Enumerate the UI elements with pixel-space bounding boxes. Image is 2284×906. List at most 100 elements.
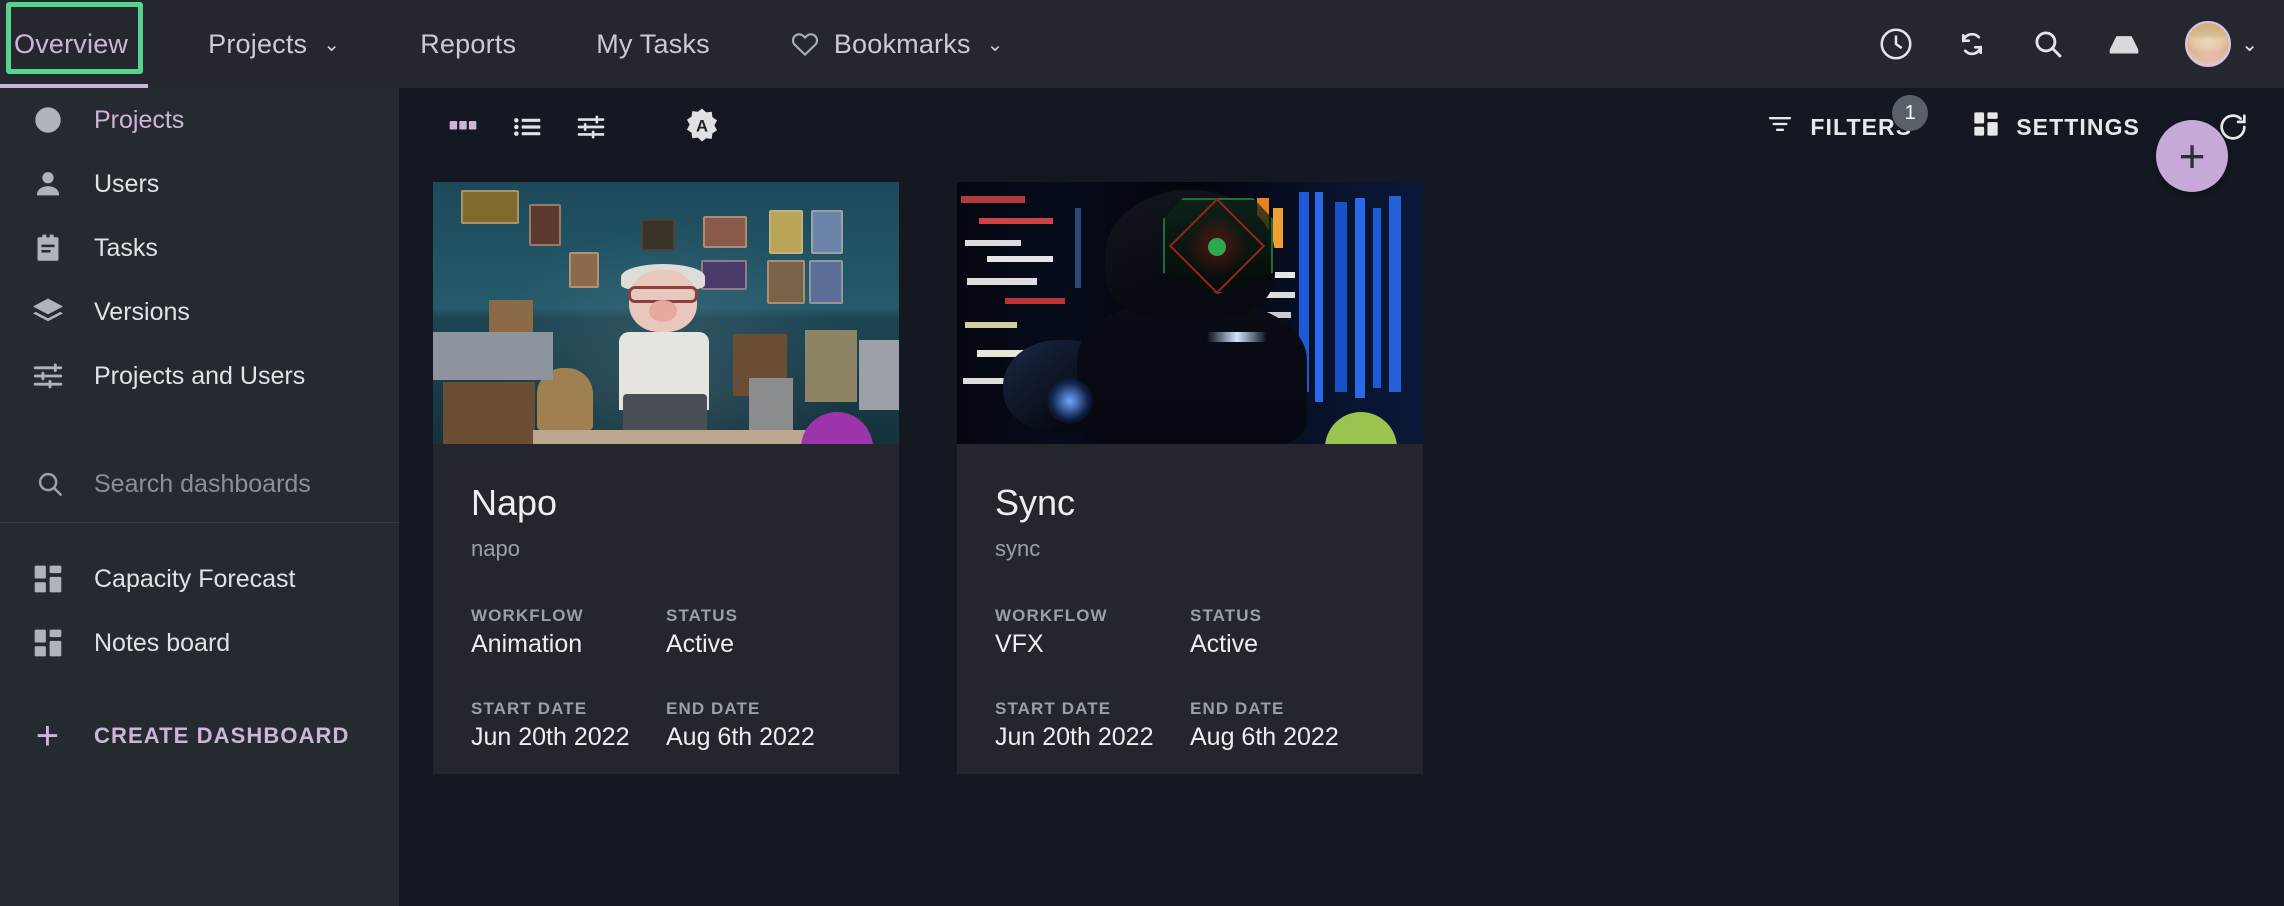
project-meta-row-2: START DATE Jun 20th 2022 END DATE Aug 6t… <box>471 699 861 752</box>
create-dashboard-button[interactable]: + CREATE DASHBOARD <box>0 703 399 769</box>
content-toolbar: A FILTERS 1 SETTINGS <box>399 88 2284 166</box>
thumbnail-image-sync <box>957 182 1423 444</box>
meta-value: Animation <box>471 630 583 658</box>
chevron-down-icon: ⌄ <box>986 33 1004 56</box>
sidebar-item-label: Users <box>94 169 160 198</box>
meta-value: Active <box>1190 630 1259 658</box>
nav-tab-projects[interactable]: Projects ⌄ <box>168 0 380 88</box>
clipboard-icon <box>28 228 68 268</box>
search-icon <box>30 464 70 504</box>
sidebar: Projects Users Tasks Versions Projects a… <box>0 88 399 906</box>
nav-tab-label: My Tasks <box>596 28 710 59</box>
dashboard-icon <box>28 559 68 599</box>
sidebar-item-users[interactable]: Users <box>0 152 399 216</box>
sidebar-item-capacity-forecast[interactable]: Capacity Forecast <box>0 547 399 611</box>
sidebar-item-notes-board[interactable]: Notes board <box>0 611 399 675</box>
meta-value: Aug 6th 2022 <box>1190 723 1339 751</box>
add-button-fab[interactable]: + <box>2156 120 2228 192</box>
layers-icon <box>28 292 68 332</box>
sidebar-item-label: Tasks <box>94 233 158 262</box>
project-code: napo <box>471 536 520 561</box>
meta-value: Jun 20th 2022 <box>471 723 630 751</box>
meta-value: Active <box>666 630 735 658</box>
inbox-icon[interactable] <box>2105 25 2143 63</box>
project-meta-row-2: START DATE Jun 20th 2022 END DATE Aug 6t… <box>995 699 1385 752</box>
sidebar-item-projects[interactable]: Projects <box>0 88 399 152</box>
meta-value: Aug 6th 2022 <box>666 723 815 751</box>
project-card[interactable]: Napo napo WORKFLOW Animation STATUS Acti… <box>433 182 899 774</box>
sidebar-item-tasks[interactable]: Tasks <box>0 216 399 280</box>
sidebar-item-label: Projects and Users <box>94 361 306 390</box>
project-meta-row-1: WORKFLOW VFX STATUS Active <box>995 606 1385 659</box>
meta-label: STATUS <box>1190 606 1263 625</box>
meta-cell: START DATE Jun 20th 2022 <box>471 699 666 752</box>
assignee-badge-icon[interactable]: A <box>683 106 721 149</box>
nav-tab-label: Projects <box>208 28 308 59</box>
project-title: Sync <box>995 482 1076 523</box>
settings-button[interactable]: SETTINGS <box>1950 101 2162 153</box>
project-title: Napo <box>471 482 558 523</box>
nav-tab-label: Bookmarks <box>833 28 971 59</box>
search-dashboards-row[interactable] <box>0 446 399 522</box>
sidebar-gap-2 <box>0 523 399 547</box>
history-clock-icon[interactable] <box>1877 25 1915 63</box>
nav-tab-overview[interactable]: Overview <box>0 0 168 88</box>
nav-tab-label: Overview <box>14 28 129 59</box>
meta-label: WORKFLOW <box>995 606 1108 625</box>
sync-icon[interactable] <box>1953 25 1991 63</box>
meta-label: WORKFLOW <box>471 606 584 625</box>
nav-tab-my-tasks[interactable]: My Tasks <box>556 0 750 88</box>
dashboard-icon <box>1972 110 2000 144</box>
create-dashboard-label: CREATE DASHBOARD <box>94 723 350 748</box>
project-code: sync <box>995 536 1041 561</box>
main-content: A FILTERS 1 SETTINGS + Napo napo WORKFLO… <box>399 88 2284 906</box>
filters-count-badge: 1 <box>1892 95 1929 131</box>
svg-text:A: A <box>696 116 708 135</box>
meta-cell: STATUS Active <box>1190 606 1385 659</box>
meta-value: Jun 20th 2022 <box>995 723 1154 751</box>
meta-cell: START DATE Jun 20th 2022 <box>995 699 1190 752</box>
sidebar-item-label: Notes board <box>94 628 231 657</box>
plus-icon: + <box>35 714 61 758</box>
nav-tab-label: Reports <box>420 28 517 59</box>
view-switcher: A <box>431 101 721 153</box>
nav-tab-bookmarks[interactable]: Bookmarks ⌄ <box>750 0 1044 88</box>
meta-label: STATUS <box>666 606 739 625</box>
person-icon <box>28 164 68 204</box>
meta-cell: WORKFLOW VFX <box>995 606 1190 659</box>
chevron-down-icon: ⌄ <box>2241 33 2258 56</box>
filter-icon <box>1766 110 1794 144</box>
meta-cell: STATUS Active <box>666 606 861 659</box>
project-card[interactable]: Sync sync WORKFLOW VFX STATUS Active STA… <box>957 182 1423 774</box>
settings-label: SETTINGS <box>2016 113 2140 140</box>
tune-icon <box>28 356 68 396</box>
project-card-body: Sync sync WORKFLOW VFX STATUS Active STA… <box>957 444 1423 752</box>
filters-button[interactable]: FILTERS 1 <box>1744 95 1934 153</box>
topbar-icon-group: ⌄ <box>1877 21 2284 67</box>
chevron-down-icon: ⌄ <box>323 33 341 56</box>
user-menu[interactable]: ⌄ <box>2185 21 2258 67</box>
project-card-grid: Napo napo WORKFLOW Animation STATUS Acti… <box>399 166 2284 774</box>
search-input[interactable] <box>94 469 374 499</box>
project-thumbnail <box>433 182 899 444</box>
heart-icon <box>790 29 820 59</box>
sidebar-item-label: Versions <box>94 297 190 326</box>
thumbnail-image-napo <box>433 182 899 444</box>
meta-label: END DATE <box>1190 699 1285 718</box>
list-view-button[interactable] <box>495 101 559 153</box>
dashboard-icon <box>28 623 68 663</box>
sidebar-item-versions[interactable]: Versions <box>0 280 399 344</box>
nav-tab-reports[interactable]: Reports <box>380 0 556 88</box>
avatar <box>2185 21 2232 67</box>
search-icon[interactable] <box>2029 25 2067 63</box>
meta-cell: END DATE Aug 6th 2022 <box>666 699 861 752</box>
project-card-body: Napo napo WORKFLOW Animation STATUS Acti… <box>433 444 899 752</box>
project-thumbnail <box>957 182 1423 444</box>
nav-tab-list: Overview Projects ⌄ Reports My Tasks Boo… <box>0 0 1044 88</box>
sidebar-item-label: Projects <box>94 105 185 134</box>
grid-view-button[interactable] <box>431 101 495 153</box>
sidebar-item-projects-and-users[interactable]: Projects and Users <box>0 344 399 408</box>
meta-cell: END DATE Aug 6th 2022 <box>1190 699 1385 752</box>
tune-view-button[interactable] <box>559 101 623 153</box>
meta-value: VFX <box>995 630 1044 658</box>
